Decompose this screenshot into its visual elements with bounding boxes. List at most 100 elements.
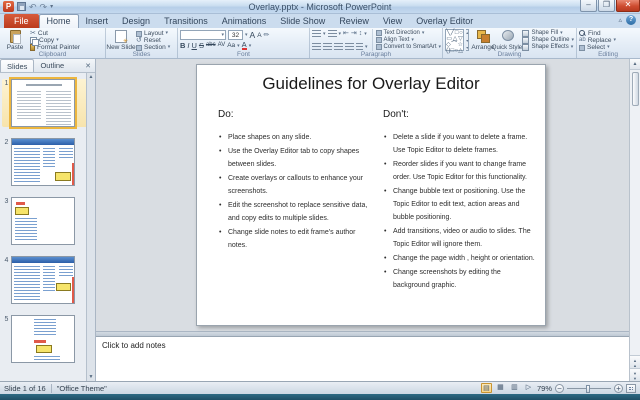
columns-icon[interactable] (356, 43, 363, 50)
align-right-icon[interactable] (334, 43, 343, 50)
do-item[interactable]: Use the Overlay Editor tab to copy shape… (218, 145, 370, 171)
change-case-button[interactable]: Aa (227, 41, 235, 50)
zoom-in-button[interactable]: + (614, 384, 623, 393)
shape-effects-button[interactable]: Shape Effects ▾ (522, 44, 574, 51)
line-spacing-icon[interactable]: ↕ (359, 30, 363, 37)
tab-slide-show[interactable]: Slide Show (273, 15, 332, 28)
find-button[interactable]: Find (579, 30, 637, 37)
tab-transitions[interactable]: Transitions (157, 15, 215, 28)
zoom-out-button[interactable]: − (555, 384, 564, 393)
underline-button[interactable]: U (192, 41, 197, 50)
save-icon[interactable] (17, 2, 26, 11)
layout-button[interactable]: Layout ▾ (136, 30, 170, 37)
scroll-down-icon[interactable]: ▼ (89, 374, 94, 380)
tab-slides-thumbnails[interactable]: Slides (0, 59, 34, 72)
redo-icon[interactable]: ↷ (40, 2, 48, 12)
align-center-icon[interactable] (323, 43, 332, 50)
slide-thumbnail-1[interactable]: 1 (2, 79, 93, 127)
align-text-button[interactable]: Align Text ▾ (376, 37, 442, 43)
tab-file[interactable]: File (4, 14, 39, 28)
slide-title-textbox[interactable]: Guidelines for Overlay Editor (197, 74, 545, 94)
slide-sorter-view-button[interactable]: ▦ (495, 383, 506, 393)
justify-icon[interactable] (345, 43, 354, 50)
dont-item[interactable]: Change the page width , height or orient… (383, 252, 537, 265)
thumbnail-scrollbar[interactable]: ▲ ▼ (86, 73, 95, 381)
restore-button[interactable]: ❐ (598, 0, 615, 12)
character-spacing-button[interactable]: AV (218, 41, 226, 50)
previous-slide-button[interactable]: ▲▲ (630, 355, 640, 368)
close-button[interactable]: ✕ (616, 0, 640, 12)
tab-view[interactable]: View (376, 15, 409, 28)
slide-thumbnail-4[interactable]: 4 (2, 256, 93, 304)
text-shadow-button[interactable]: abc (206, 41, 216, 50)
fit-to-window-button[interactable] (626, 384, 636, 393)
slide-thumbnail-3[interactable]: 3 (2, 197, 93, 245)
slide-1-editing-surface[interactable]: Guidelines for Overlay Editor Do: Place … (196, 64, 546, 326)
qat-dropdown-icon[interactable]: ▾ (50, 3, 53, 10)
do-item[interactable]: Create overlays or callouts to enhance y… (218, 172, 370, 198)
tab-design[interactable]: Design (115, 15, 157, 28)
copy-button[interactable]: Copy ▾ (30, 37, 80, 44)
slide-show-button[interactable]: ▷ (523, 383, 534, 393)
next-slide-button[interactable]: ▼▼ (630, 368, 640, 381)
tab-insert[interactable]: Insert (79, 15, 116, 28)
paste-button[interactable]: Paste (2, 29, 28, 51)
zoom-level[interactable]: 79% (537, 384, 552, 393)
grow-font-button[interactable]: A (250, 31, 256, 40)
undo-icon[interactable]: ↶ (29, 2, 37, 12)
scroll-up-icon[interactable]: ▲ (89, 74, 94, 80)
select-button[interactable]: Select ▾ (579, 44, 637, 51)
dont-item[interactable]: Delete a slide if you want to delete a f… (383, 131, 537, 157)
shape-outline-button[interactable]: Shape Outline ▾ (522, 37, 574, 44)
shapes-gallery[interactable]: ╲╱□○▭ △▽◇⌒☆ ()□○△ (445, 29, 464, 51)
dont-item[interactable]: Reorder slides if you want to change fra… (383, 158, 537, 184)
minimize-button[interactable]: – (580, 0, 597, 12)
zoom-slider[interactable] (567, 388, 611, 389)
font-size-combobox[interactable]: 32 (228, 30, 243, 40)
do-column-textbox[interactable]: Do: Place shapes on any slide. Use the O… (218, 109, 370, 253)
replace-button[interactable]: ab Replace ▾ (579, 37, 637, 44)
help-icon[interactable]: ? (626, 15, 636, 25)
new-slide-button[interactable]: New Slide (108, 29, 134, 51)
powerpoint-logo-icon[interactable]: P (3, 1, 14, 12)
font-color-button[interactable]: A (242, 41, 247, 50)
tab-outline[interactable]: Outline (34, 59, 70, 72)
tab-overlay-editor[interactable]: Overlay Editor (409, 15, 480, 28)
tab-animations[interactable]: Animations (215, 15, 274, 28)
close-panel-icon[interactable]: ✕ (85, 62, 95, 70)
align-left-icon[interactable] (312, 43, 321, 50)
normal-view-button[interactable]: ▤ (481, 383, 492, 393)
shapes-gallery-scrollbar[interactable]: ▴▾▾ (466, 29, 469, 51)
dont-item[interactable]: Change screenshots by editing the backgr… (383, 266, 537, 292)
convert-smartart-button[interactable]: Convert to SmartArt ▾ (376, 44, 442, 50)
zoom-slider-thumb[interactable] (586, 385, 590, 393)
section-button[interactable]: Section ▾ (136, 44, 170, 51)
slide-thumbnail-5[interactable]: 5 (2, 315, 93, 363)
font-name-combobox[interactable]: ▾ (180, 30, 226, 40)
bold-button[interactable]: B (180, 41, 185, 50)
numbering-icon[interactable] (328, 30, 337, 37)
text-direction-button[interactable]: Text Direction ▾ (376, 30, 442, 36)
scrollbar-thumb[interactable] (632, 72, 639, 106)
do-item[interactable]: Place shapes on any slide. (218, 131, 370, 144)
tab-review[interactable]: Review (332, 15, 376, 28)
strikethrough-button[interactable]: S (199, 41, 204, 50)
dont-item[interactable]: Change bubble text or positioning. Use t… (383, 185, 537, 224)
shrink-font-button[interactable]: A (257, 31, 261, 40)
bullets-icon[interactable] (312, 30, 321, 37)
reading-view-button[interactable]: ▥ (509, 383, 520, 393)
dont-item[interactable]: Add transitions, video or audio to slide… (383, 225, 537, 251)
do-item[interactable]: Change slide notes to edit frame's autho… (218, 226, 370, 252)
quick-styles-button[interactable]: Quick Styles (496, 29, 520, 51)
increase-indent-icon[interactable]: ⇥ (351, 30, 357, 37)
slide-thumbnail-2[interactable]: 2 (2, 138, 93, 186)
tab-home[interactable]: Home (39, 14, 79, 28)
shape-fill-button[interactable]: Shape Fill ▾ (522, 30, 574, 37)
clear-formatting-icon[interactable]: ✏ (264, 32, 270, 39)
italic-button[interactable]: I (187, 41, 189, 50)
reset-button[interactable]: ↺ Reset (136, 37, 170, 44)
cut-button[interactable]: ✂ Cut (30, 30, 80, 37)
slide-scrollbar[interactable]: ▲ ▲▲ ▼▼ (629, 59, 640, 381)
decrease-indent-icon[interactable]: ⇤ (343, 30, 349, 37)
minimize-ribbon-icon[interactable]: ▵ (618, 16, 622, 24)
